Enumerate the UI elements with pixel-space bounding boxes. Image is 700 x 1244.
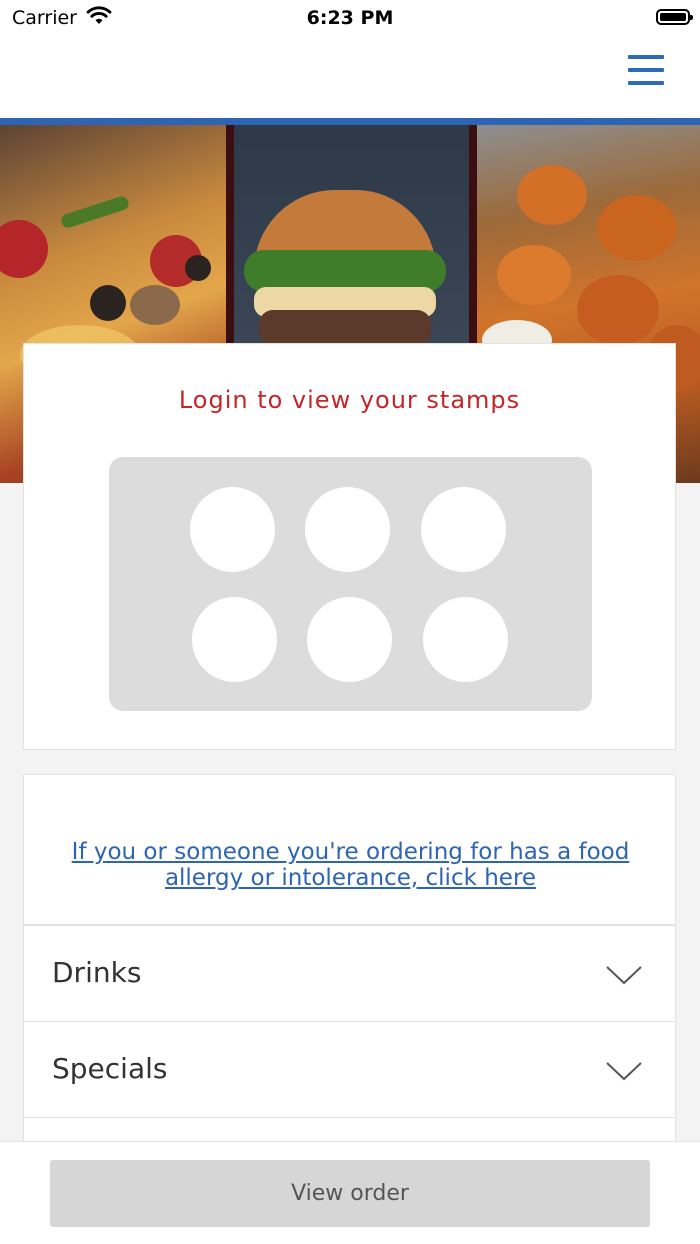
app-header	[0, 40, 700, 118]
stamp-slot	[305, 487, 390, 572]
bottom-bar: View order	[0, 1141, 700, 1244]
stamp-slot	[192, 597, 277, 682]
allergy-info-link[interactable]: If you or someone you're ordering for ha…	[54, 839, 647, 891]
stamp-slot	[190, 487, 275, 572]
stamp-slot	[423, 597, 508, 682]
battery-icon	[656, 9, 693, 25]
category-drinks[interactable]: Drinks	[23, 925, 676, 1022]
stamp-card: Login to view your stamps	[23, 343, 676, 750]
stamp-grid	[109, 457, 592, 711]
category-label: Drinks	[52, 956, 142, 989]
login-to-view-stamps-link[interactable]: Login to view your stamps	[24, 386, 675, 414]
allergy-card: If you or someone you're ordering for ha…	[23, 774, 676, 925]
hamburger-menu-icon[interactable]	[628, 53, 664, 87]
chevron-down-icon	[605, 964, 643, 990]
stamp-slot	[307, 597, 392, 682]
stamp-slot	[421, 487, 506, 572]
category-specials[interactable]: Specials	[23, 1021, 676, 1118]
view-order-button[interactable]: View order	[50, 1160, 650, 1227]
clock: 6:23 PM	[306, 7, 394, 29]
header-accent-bar	[0, 118, 700, 125]
chevron-down-icon	[605, 1060, 643, 1086]
status-bar: Carrier 6:23 PM	[0, 0, 700, 40]
category-label: Specials	[52, 1052, 168, 1085]
